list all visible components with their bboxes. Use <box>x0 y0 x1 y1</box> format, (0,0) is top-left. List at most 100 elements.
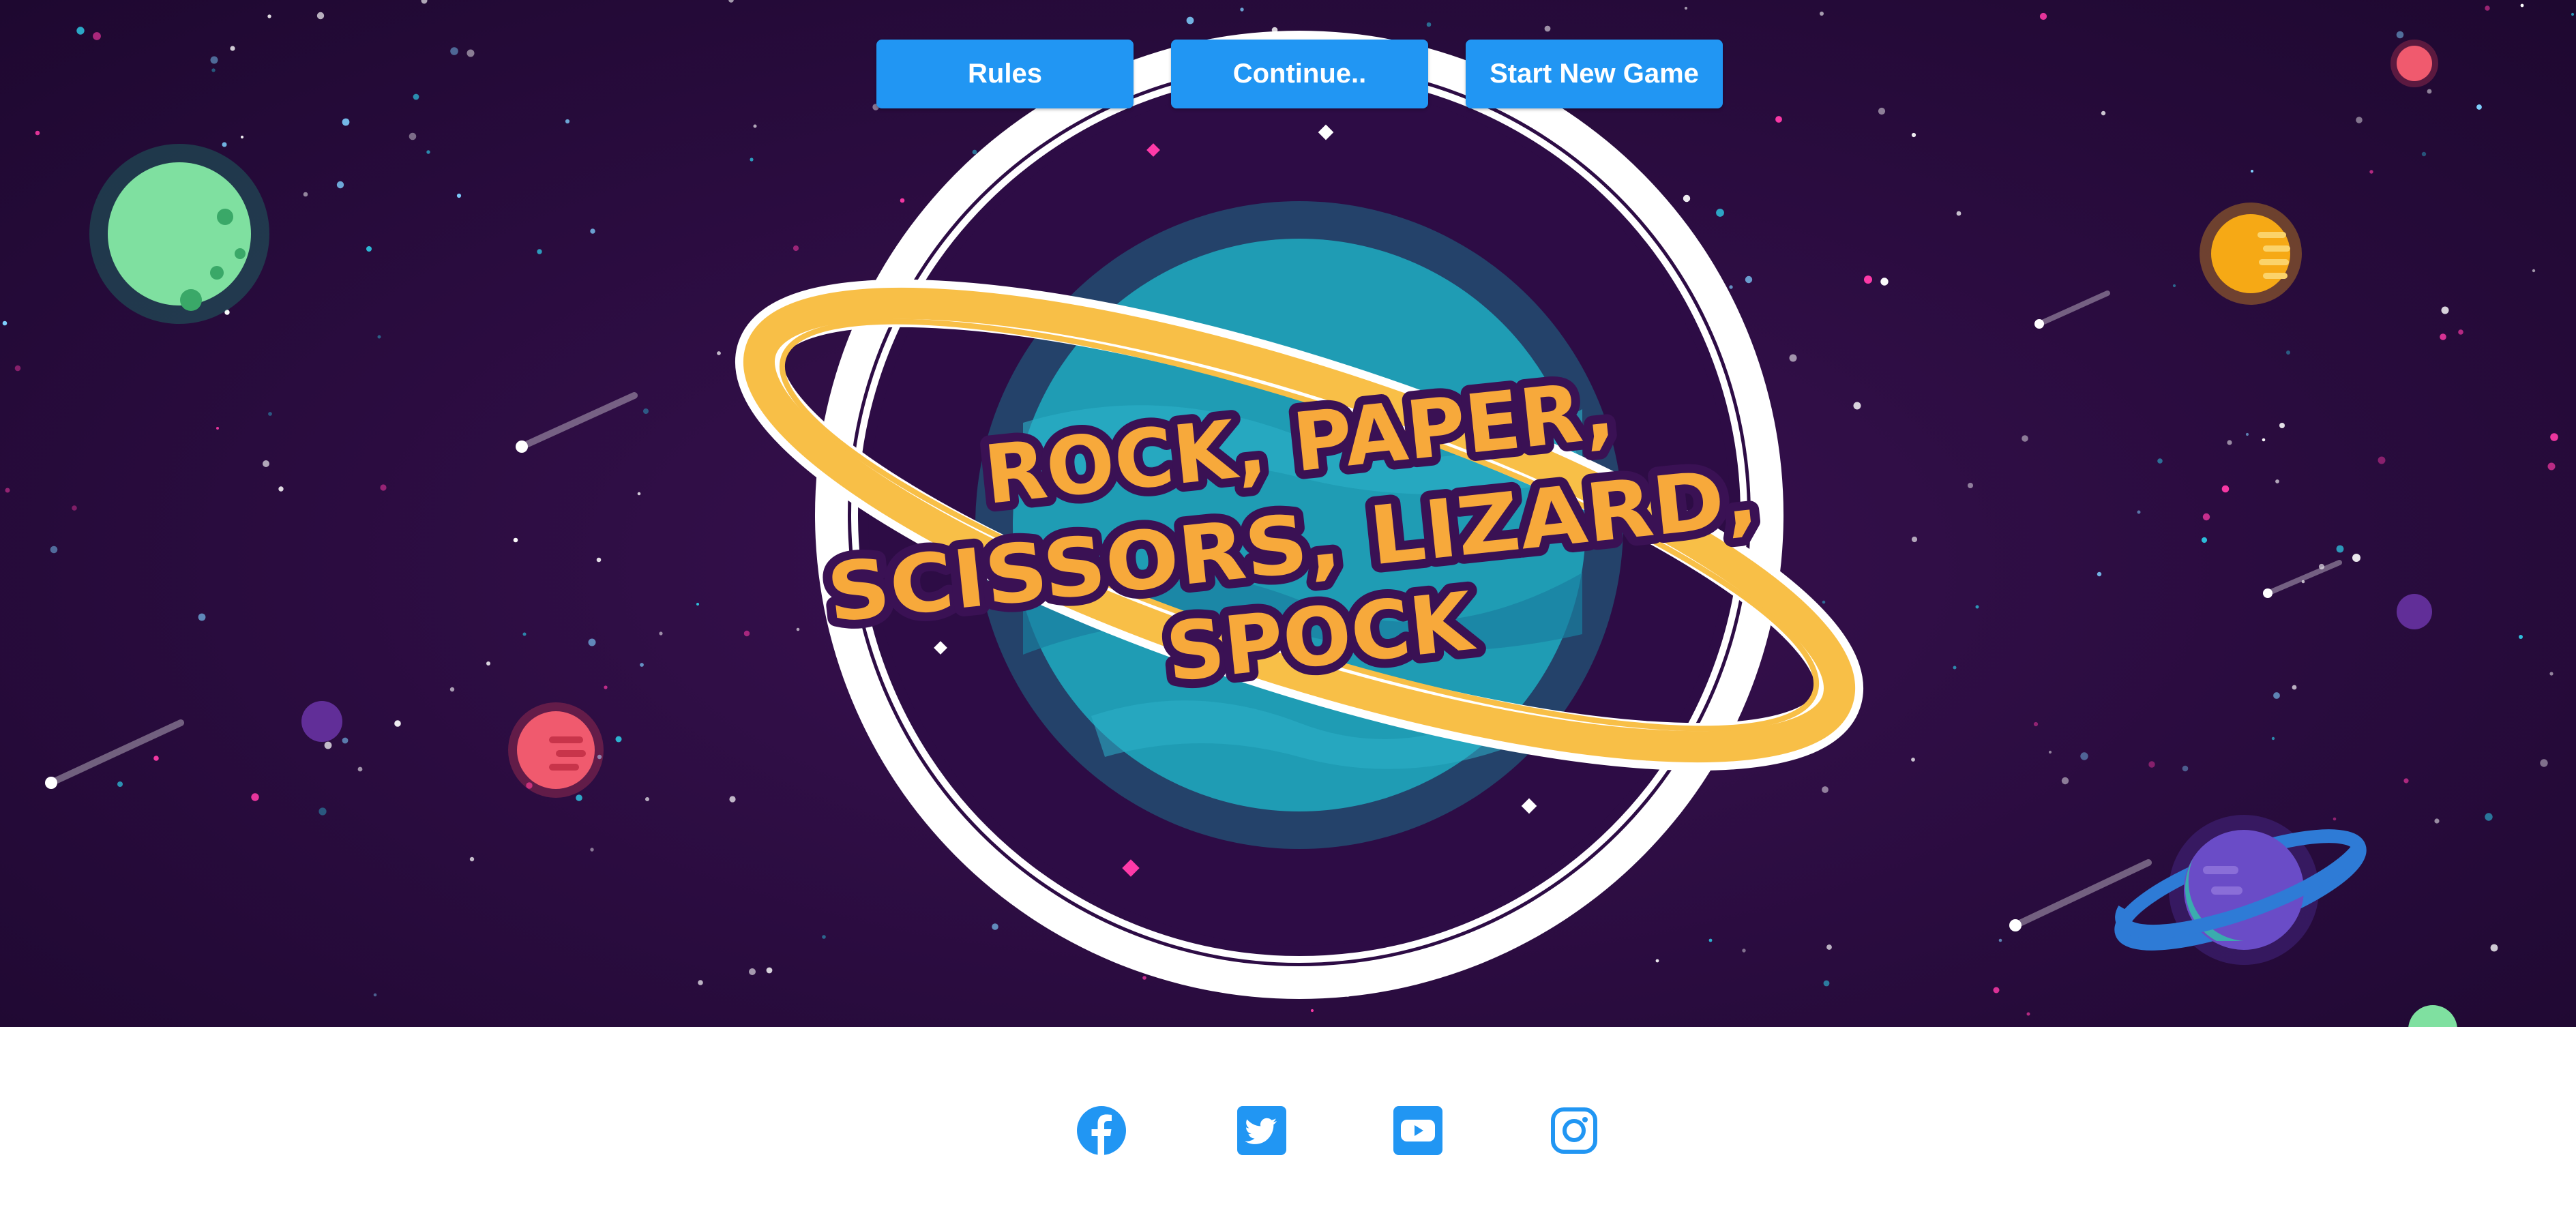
star <box>153 756 159 761</box>
star <box>2571 12 2575 16</box>
star <box>1822 786 1829 793</box>
star <box>590 848 594 852</box>
star <box>319 807 327 816</box>
rules-button[interactable]: Rules <box>876 40 1134 108</box>
youtube-icon[interactable] <box>1392 1105 1444 1156</box>
star <box>2476 104 2482 110</box>
star <box>2292 685 2297 690</box>
green-moon <box>2408 1005 2457 1027</box>
star <box>2148 761 2155 768</box>
star <box>456 193 462 198</box>
star <box>316 12 325 20</box>
star <box>576 794 582 801</box>
star <box>2333 817 2337 821</box>
star <box>604 685 608 689</box>
star <box>1864 275 1872 284</box>
star <box>2434 818 2440 824</box>
star <box>426 150 430 154</box>
star <box>696 603 699 606</box>
star <box>1853 402 1861 410</box>
star <box>2061 777 2069 785</box>
star <box>2137 510 2141 514</box>
star <box>2352 554 2360 562</box>
star <box>211 68 216 72</box>
star <box>1426 22 1432 27</box>
star <box>766 967 773 974</box>
star <box>1742 949 1746 953</box>
star <box>1878 107 1886 115</box>
star <box>2262 438 2266 442</box>
star <box>2369 170 2373 174</box>
star <box>1975 605 1979 609</box>
star <box>2547 462 2556 471</box>
star <box>366 246 372 252</box>
star <box>303 192 308 197</box>
star <box>1745 275 1753 284</box>
star <box>1708 938 1713 942</box>
star <box>2026 1012 2030 1016</box>
star <box>1683 194 1691 203</box>
green-planet <box>89 144 269 324</box>
start-new-game-button[interactable]: Start New Game <box>1466 40 1723 108</box>
star <box>50 546 58 554</box>
star <box>2427 89 2432 94</box>
star <box>2039 12 2047 20</box>
star <box>357 766 363 772</box>
star <box>1956 211 1961 216</box>
space-background: ROCK, PAPER, SCISSORS, LIZARD, SPOCK <box>2 0 2575 1027</box>
instagram-icon[interactable] <box>1548 1105 1600 1156</box>
star <box>2101 110 2106 116</box>
star <box>342 118 350 126</box>
star <box>1729 285 1733 289</box>
star <box>263 460 269 467</box>
star <box>2286 350 2290 355</box>
star <box>2549 672 2553 676</box>
star <box>643 408 649 414</box>
star <box>1655 959 1659 963</box>
star <box>394 720 401 727</box>
star <box>1544 25 1551 32</box>
star <box>35 130 40 136</box>
star <box>2022 435 2028 442</box>
star <box>2245 432 2249 436</box>
star <box>2490 944 2498 952</box>
star <box>1716 209 1724 217</box>
star <box>1310 1009 1314 1013</box>
star <box>449 687 455 692</box>
star <box>324 741 332 749</box>
facebook-icon[interactable] <box>1076 1105 1127 1156</box>
twitter-icon[interactable] <box>1236 1105 1288 1156</box>
star <box>1998 938 2002 942</box>
star <box>469 856 475 862</box>
star <box>796 627 800 631</box>
star <box>645 797 649 801</box>
star <box>377 335 381 339</box>
orange-planet <box>2200 203 2302 305</box>
star <box>2519 635 2523 639</box>
star <box>72 505 77 511</box>
purple-moon <box>2397 594 2432 629</box>
star <box>117 781 123 787</box>
star <box>230 46 235 51</box>
star <box>793 245 799 252</box>
star <box>2378 456 2386 464</box>
star <box>240 135 244 139</box>
star <box>2458 329 2463 335</box>
star <box>222 142 227 147</box>
continue-button[interactable]: Continue.. <box>1171 40 1428 108</box>
star <box>753 124 757 128</box>
star <box>1911 758 1915 762</box>
star <box>342 737 349 744</box>
star <box>2540 759 2548 767</box>
star <box>2356 117 2363 123</box>
star <box>1911 132 1916 138</box>
star <box>2396 31 2404 39</box>
star <box>373 993 377 997</box>
game-logo: ROCK, PAPER, SCISSORS, LIZARD, SPOCK <box>735 31 1864 999</box>
star <box>467 49 475 57</box>
star <box>2201 537 2208 543</box>
star <box>615 736 622 743</box>
star <box>2485 813 2493 821</box>
star <box>537 249 542 254</box>
star <box>1186 16 1194 25</box>
